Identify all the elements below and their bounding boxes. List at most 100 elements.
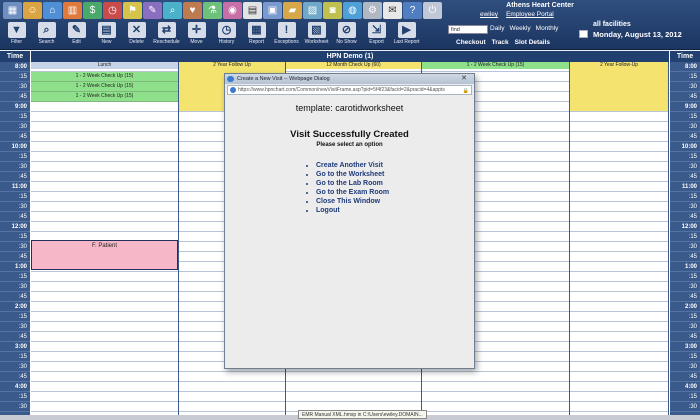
photo-icon[interactable]: ▧ [303, 2, 322, 19]
time-slot-label: :30 [670, 322, 700, 332]
stethoscope-icon[interactable]: ♥ [183, 2, 202, 19]
pen-icon[interactable]: ✎ [143, 2, 162, 19]
create-another-visit-link[interactable]: Create Another Visit [316, 162, 473, 169]
pill-icon[interactable]: ◉ [223, 2, 242, 19]
employee-portal-link[interactable]: Employee Portal [506, 11, 554, 18]
chart-icon[interactable]: ▥ [63, 2, 82, 19]
worksheet-button[interactable]: ▧ Worksheet [303, 22, 330, 49]
move-button[interactable]: ✛ Move [183, 22, 210, 49]
export-icon: ⇲ [367, 22, 386, 38]
status-tooltip: EMR Manual XML.hmsp in C:\Users\ewiley.D… [298, 410, 427, 419]
folder-icon[interactable]: ▰ [283, 2, 302, 19]
delete-button[interactable]: ✕ Delete [123, 22, 150, 49]
last-report-button[interactable]: ▶ Last Report [393, 22, 420, 49]
slot-details-link[interactable]: Slot Details [515, 39, 550, 46]
money-icon[interactable]: $ [83, 2, 102, 19]
success-heading: Visit Successfully Created [290, 129, 409, 140]
gear-icon[interactable]: ⚙ [363, 2, 382, 19]
patient-appointment[interactable]: F. Patient [31, 240, 178, 270]
time-slot-label: :45 [0, 292, 30, 302]
column-header: Lunch [31, 62, 178, 69]
time-slot-label: 1:00 [670, 262, 700, 272]
search-button[interactable]: ⌕ Search [33, 22, 60, 49]
time-slot-label: :45 [0, 252, 30, 262]
time-column-left: Time 8:00:15:30:45 9:00:15:30:45 10:00:15:… [0, 51, 30, 415]
view-daily-link[interactable]: Daily [490, 25, 504, 32]
go-to-lab-room-link[interactable]: Go to the Lab Room [316, 180, 473, 187]
no-show-button[interactable]: ⊘ No Show [333, 22, 360, 49]
report-button[interactable]: ▦ Report [243, 22, 270, 49]
reschedule-button[interactable]: ⇄ Reschedule [153, 22, 180, 49]
dialog-address-bar: https://www.hpnchart.com/Common/newVisit… [227, 85, 472, 95]
note-icon[interactable]: ▤ [243, 2, 262, 19]
track-link[interactable]: Track [492, 39, 509, 46]
checkout-link[interactable]: Checkout [456, 39, 486, 46]
new-icon: ▤ [97, 22, 116, 38]
calendar-icon[interactable] [579, 30, 588, 38]
time-slot-label: :15 [0, 312, 30, 322]
power-icon[interactable]: ⏻ [423, 2, 442, 19]
clock-icon[interactable]: ◷ [103, 2, 122, 19]
time-slot-label: :30 [670, 362, 700, 372]
new-button[interactable]: ▤ New [93, 22, 120, 49]
time-header-right: Time [670, 51, 700, 62]
go-to-exam-room-link[interactable]: Go to the Exam Room [316, 189, 473, 196]
lab-icon[interactable]: ⚗ [203, 2, 222, 19]
camera-icon[interactable]: ◙ [323, 2, 342, 19]
go-to-worksheet-link[interactable]: Go to the Worksheet [316, 171, 473, 178]
schedule-column[interactable]: Lunch 1 - 2 Week Check Up (15) 1 - 2 Week … [31, 62, 179, 415]
create-visit-dialog: Create a New Visit -- Webpage Dialog ✕ h… [224, 73, 475, 369]
flag-icon[interactable]: ⚑ [123, 2, 142, 19]
mail-icon[interactable]: ✉ [383, 2, 402, 19]
time-slot-label: :15 [670, 152, 700, 162]
facility-label[interactable]: all facilities [593, 21, 631, 28]
appointment-block[interactable]: 1 - 2 Week Check Up (15) [31, 82, 178, 92]
time-slot-label: :30 [0, 322, 30, 332]
toolbar: ▼ Filter ⌕ Search ✎ Edit ▤ New ✕ Delete ⇄ Reschedul… [0, 22, 440, 49]
appointment-block[interactable]: 1 - 2 Week Check Up (15) [31, 92, 178, 102]
view-monthly-link[interactable]: Monthly [536, 25, 559, 32]
template-label: template: carotidworksheet [295, 103, 404, 113]
time-slot-label: :45 [0, 132, 30, 142]
report-button-label: Report [248, 39, 264, 45]
dialog-titlebar[interactable]: Create a New Visit -- Webpage Dialog ✕ [225, 74, 474, 84]
time-slot-label: :15 [0, 232, 30, 242]
export-button[interactable]: ⇲ Export [363, 22, 390, 49]
history-button[interactable]: ◷ History [213, 22, 240, 49]
filter-button[interactable]: ▼ Filter [3, 22, 30, 49]
time-slot-label: :30 [0, 362, 30, 372]
block-follow-up[interactable] [570, 69, 668, 111]
appointment-block[interactable]: 1 - 2 Week Check Up (15) [31, 72, 178, 82]
close-window-link[interactable]: Close This Window [316, 198, 473, 205]
schedule-column[interactable]: 2 Year Follow-Up [570, 62, 669, 415]
people-icon[interactable]: ☺ [23, 2, 42, 19]
help-icon[interactable]: ? [403, 2, 422, 19]
home-icon[interactable]: ⌂ [43, 2, 62, 19]
lock-icon: 🔒 [462, 88, 469, 94]
export-button-label: Export [369, 39, 384, 45]
exceptions-button[interactable]: ! Exceptions [273, 22, 300, 49]
exceptions-button-label: Exceptions [274, 39, 299, 45]
magnify-icon[interactable]: ⌕ [163, 2, 182, 19]
view-weekly-link[interactable]: Weekly [509, 25, 530, 32]
last-report-button-label: Last Report [393, 39, 420, 45]
globe-icon[interactable]: ◍ [343, 2, 362, 19]
reschedule-button-label: Reschedule [153, 39, 180, 45]
username-link[interactable]: ewiley [480, 11, 498, 18]
time-slot-label: :15 [0, 192, 30, 202]
module-icon-row: ▦ ☺ ⌂ ▥ $ ◷ ⚑ ✎ ⌕ ♥ ⚗ ◉ ▤ ▣ ▰ ▧ ◙ ◍ ⚙ ✉? ⏻ [0, 0, 460, 21]
time-slot-label: 12:00 [0, 222, 30, 232]
dialog-close-button[interactable]: ✕ [458, 74, 470, 83]
filter-button-label: Filter [10, 39, 23, 45]
edit-button[interactable]: ✎ Edit [63, 22, 90, 49]
book-icon[interactable]: ▣ [263, 2, 282, 19]
dialog-title: Create a New Visit -- Webpage Dialog [237, 76, 330, 82]
time-slot-label: 11:00 [670, 182, 700, 192]
calendar-icon[interactable]: ▦ [3, 2, 22, 19]
time-slot-label: :45 [670, 212, 700, 222]
time-slot-label: :30 [0, 122, 30, 132]
find-input[interactable]: find [448, 25, 488, 34]
logout-link[interactable]: Logout [316, 207, 473, 214]
time-slot-label: :15 [670, 72, 700, 82]
delete-button-label: Delete [129, 39, 144, 45]
